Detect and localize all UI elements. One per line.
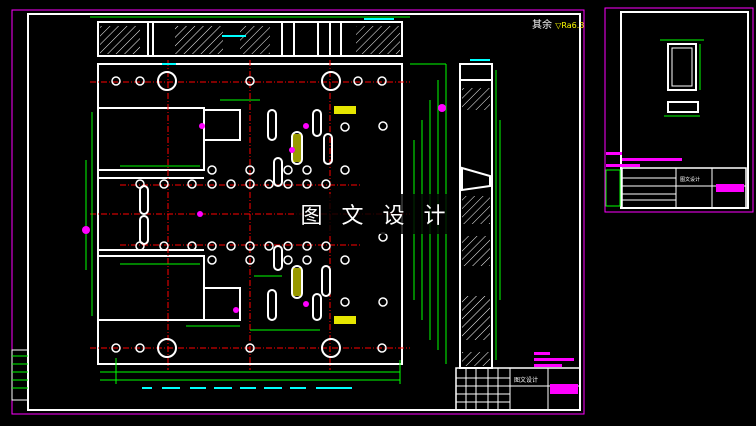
surface-note-label: 其余 bbox=[532, 20, 552, 31]
detail-title-company: 图文设计 bbox=[680, 176, 700, 183]
top-section-view bbox=[90, 16, 410, 57]
watermark: 图 文 设 计 bbox=[294, 194, 458, 234]
revision-block bbox=[11, 349, 29, 401]
main-title-company: 图文设计 bbox=[514, 376, 538, 384]
detail-part-view bbox=[660, 39, 704, 117]
sheet-border-detail bbox=[604, 7, 754, 213]
surface-roughness-symbol: ▽Ra6.3 bbox=[555, 21, 585, 30]
surface-finish-note: 其余 ▽Ra6.3 bbox=[532, 16, 584, 31]
title-block-detail bbox=[605, 152, 747, 209]
side-section-view bbox=[459, 59, 501, 369]
